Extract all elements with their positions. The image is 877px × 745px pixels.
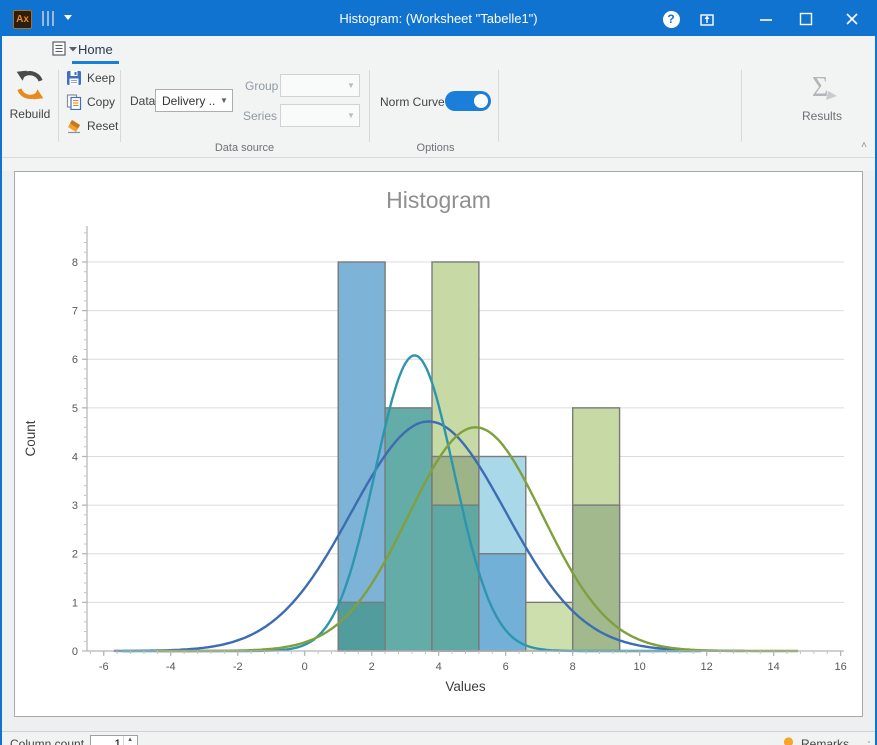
x-tick-label: 10 <box>634 661 646 673</box>
remarks-button[interactable]: Remarks <box>782 736 849 745</box>
x-tick-label: 16 <box>835 661 847 673</box>
chart-title: Histogram <box>386 187 491 213</box>
resize-grip[interactable] <box>860 741 871 745</box>
x-axis-title: Values <box>445 679 486 694</box>
data-field-label: Data <box>130 94 155 108</box>
x-tick-label: 8 <box>570 661 576 673</box>
y-tick-label: 7 <box>72 306 78 318</box>
window-title: Histogram: (Worksheet "Tabelle1") <box>2 11 875 26</box>
y-tick-label: 0 <box>72 646 78 658</box>
x-tick-label: -6 <box>99 661 109 673</box>
x-tick-label: -2 <box>233 661 243 673</box>
series-field-label: Series <box>243 109 277 123</box>
tab-home[interactable]: Home <box>72 39 119 64</box>
y-tick-label: 4 <box>72 451 78 463</box>
copy-label: Copy <box>87 95 115 109</box>
series-combobox[interactable]: ▼ <box>280 104 360 127</box>
x-tick-label: 14 <box>768 661 780 673</box>
rebuild-button[interactable]: Rebuild <box>4 68 56 121</box>
spinner-up-icon[interactable]: ▲ <box>124 736 136 745</box>
ribbon-separator <box>498 70 499 142</box>
svg-text:Σ: Σ <box>812 72 828 103</box>
minimize-icon <box>759 12 773 26</box>
y-tick-label: 6 <box>72 354 78 366</box>
norm-curve-toggle[interactable] <box>445 91 491 111</box>
pin-window-icon <box>699 11 715 27</box>
group-field-label: Group <box>245 79 278 93</box>
titlebar: Ax Histogram: (Worksheet "Tabelle1") ? <box>2 2 875 36</box>
save-icon <box>66 70 82 86</box>
column-count-label: Column count <box>10 737 84 745</box>
options-group-caption: Options <box>380 142 491 154</box>
y-tick-label: 8 <box>72 257 78 269</box>
histogram-bar <box>479 554 526 651</box>
x-tick-label: 2 <box>369 661 375 673</box>
data-combobox-value: Delivery ... <box>156 94 216 108</box>
sigma-icon: Σ <box>804 70 840 104</box>
keep-button[interactable]: Keep <box>66 68 115 88</box>
results-label: Results <box>777 109 867 123</box>
data-combobox[interactable]: Delivery ... ▼ <box>155 89 233 112</box>
histogram-svg: Histogram-6-4-20246810121416012345678Val… <box>15 172 862 716</box>
x-tick-label: -4 <box>166 661 176 673</box>
chart-area: Histogram-6-4-20246810121416012345678Val… <box>2 171 875 731</box>
data-source-group-caption: Data source <box>162 142 327 154</box>
x-tick-label: 12 <box>701 661 713 673</box>
y-tick-label: 2 <box>72 549 78 561</box>
ribbon-separator <box>741 70 742 142</box>
maximize-button[interactable] <box>795 8 817 30</box>
histogram-bar <box>526 602 573 651</box>
chevron-down-icon: ▼ <box>343 81 359 90</box>
collapse-ribbon-button[interactable]: ˄ <box>861 140 867 151</box>
ribbon-content: Rebuild Keep Copy <box>2 64 875 158</box>
column-count-input[interactable] <box>91 736 123 745</box>
x-tick-label: 0 <box>302 661 308 673</box>
close-button[interactable] <box>841 8 863 30</box>
results-button[interactable]: Σ Results <box>777 70 867 123</box>
x-tick-label: 4 <box>436 661 442 673</box>
keep-label: Keep <box>87 71 115 85</box>
y-tick-label: 5 <box>72 403 78 415</box>
pin-window-button[interactable] <box>696 8 718 30</box>
statusbar: Column count ▲ ▼ Remarks <box>2 731 875 745</box>
chart-panel: Histogram-6-4-20246810121416012345678Val… <box>14 171 863 717</box>
norm-curve-label: Norm Curve <box>380 95 445 109</box>
chevron-down-icon: ▼ <box>343 111 359 120</box>
histogram-bar <box>432 505 479 651</box>
group-combobox[interactable]: ▼ <box>280 74 360 97</box>
reset-label: Reset <box>87 119 118 133</box>
chevron-down-icon: ▼ <box>216 96 232 105</box>
eraser-icon <box>66 118 82 134</box>
column-count-spinner[interactable]: ▲ ▼ <box>90 735 138 745</box>
maximize-icon <box>799 12 813 26</box>
copy-button[interactable]: Copy <box>66 92 115 112</box>
rebuild-icon <box>13 68 47 102</box>
app-menu-icon <box>52 41 66 56</box>
ribbon-tab-row: Home <box>2 36 875 64</box>
app-window: Ax Histogram: (Worksheet "Tabelle1") ? <box>0 0 877 745</box>
histogram-bar <box>338 602 385 651</box>
rebuild-label: Rebuild <box>4 107 56 121</box>
ribbon-separator <box>369 70 370 142</box>
close-icon <box>845 12 859 26</box>
toggle-knob <box>474 94 488 108</box>
y-tick-label: 1 <box>72 597 78 609</box>
remarks-label: Remarks <box>801 737 849 745</box>
help-icon: ? <box>663 11 680 28</box>
copy-icon <box>66 94 82 110</box>
x-tick-label: 6 <box>503 661 509 673</box>
y-axis-title: Count <box>23 420 38 456</box>
ribbon-separator <box>120 70 121 142</box>
reset-button[interactable]: Reset <box>66 116 118 136</box>
ribbon-separator <box>58 70 59 142</box>
y-tick-label: 3 <box>72 500 78 512</box>
help-button[interactable]: ? <box>660 8 682 30</box>
lightbulb-icon <box>782 736 795 745</box>
minimize-button[interactable] <box>755 8 777 30</box>
